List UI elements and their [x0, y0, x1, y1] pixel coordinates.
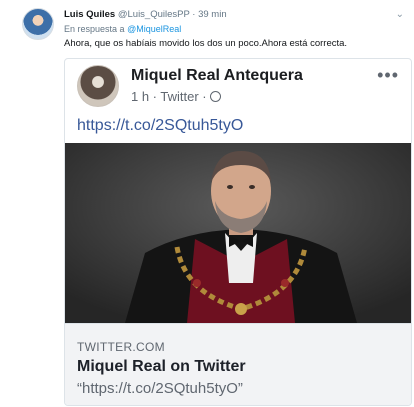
tweet-header: Luis Quiles @Luis_QuilesPP · 39 min: [64, 9, 227, 20]
globe-icon: [210, 91, 222, 102]
reply-mention-link[interactable]: @MiquelReal: [127, 24, 181, 34]
page-avatar[interactable]: [77, 65, 119, 107]
author-avatar[interactable]: [22, 8, 54, 40]
preview-title[interactable]: Miquel Real on Twitter: [77, 358, 246, 376]
more-options-icon[interactable]: •••: [377, 65, 399, 86]
page-name[interactable]: Miquel Real Antequera: [131, 67, 303, 85]
post-photo[interactable]: [65, 143, 411, 323]
facebook-embed-card[interactable]: Miquel Real Antequera 1 h · Twitter · ••…: [64, 58, 412, 406]
post-meta-text: 1 h · Twitter ·: [131, 89, 207, 104]
author-name[interactable]: Luis Quiles: [64, 9, 115, 20]
post-link[interactable]: https://t.co/2SQtuh5tyO: [77, 117, 243, 135]
chevron-down-icon[interactable]: ⌄: [396, 9, 404, 20]
post-meta: 1 h · Twitter ·: [131, 89, 222, 104]
portrait-image: [65, 143, 411, 323]
author-handle[interactable]: @Luis_QuilesPP: [118, 9, 190, 20]
tweet: Luis Quiles @Luis_QuilesPP · 39 min ⌄ En…: [0, 0, 414, 407]
preview-domain: TWITTER.COM: [77, 340, 165, 354]
link-preview[interactable]: TWITTER.COM Miquel Real on Twitter “http…: [65, 323, 411, 405]
preview-description: “https://t.co/2SQtuh5tyO”: [77, 380, 243, 397]
reply-context: En respuesta a @MiquelReal: [64, 24, 181, 34]
tweet-text: Ahora, que os habíais movido los dos un …: [64, 38, 348, 49]
tweet-time[interactable]: · 39 min: [192, 9, 226, 20]
reply-prefix: En respuesta a: [64, 24, 125, 34]
